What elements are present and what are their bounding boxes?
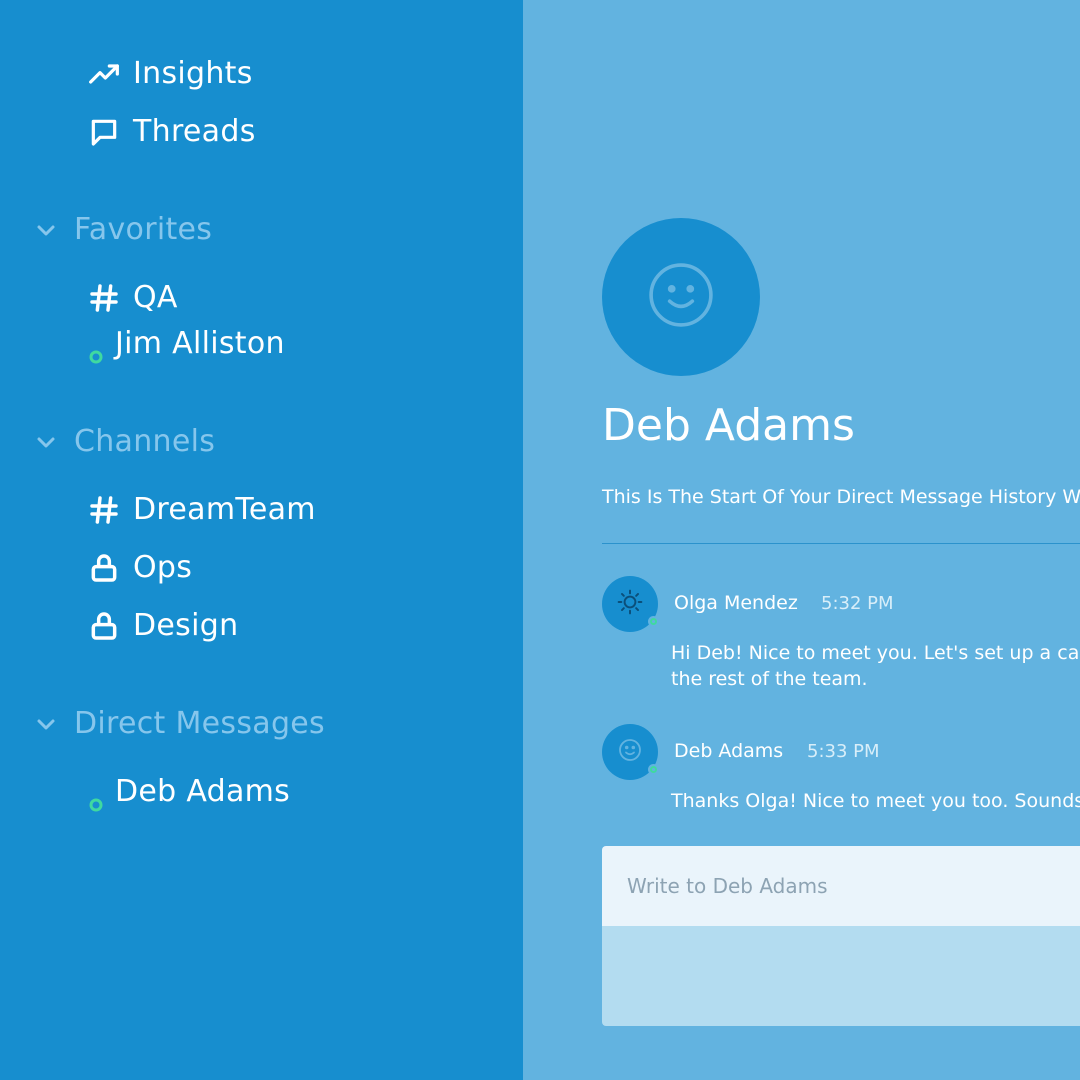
chevron-down-icon xyxy=(34,712,58,736)
message-input[interactable] xyxy=(602,846,1080,926)
profile-name: Deb Adams xyxy=(602,400,855,451)
divider xyxy=(602,543,1080,544)
smiley-icon xyxy=(648,262,714,332)
sidebar-item-label: Insights xyxy=(133,56,253,91)
conversation-pane: Deb Adams This Is The Start Of Your Dire… xyxy=(523,0,1080,1080)
sidebar-item-deb-adams[interactable]: Deb Adams xyxy=(87,774,291,811)
section-favorites-toggle[interactable]: Favorites xyxy=(34,212,212,247)
smiley-icon xyxy=(618,738,642,766)
sidebar-item-insights[interactable]: Insights xyxy=(87,56,253,91)
sidebar-item-label: Ops xyxy=(133,550,193,585)
sidebar-item-jim-alliston[interactable]: Jim Alliston xyxy=(87,326,285,363)
message-line: Hi Deb! Nice to meet you. Let's set up a… xyxy=(671,642,1080,664)
section-channels-toggle[interactable]: Channels xyxy=(34,424,215,459)
section-title: Channels xyxy=(74,424,216,459)
sidebar-item-label: Deb Adams xyxy=(115,774,291,809)
message-avatar[interactable] xyxy=(602,576,659,632)
sidebar-item-label: DreamTeam xyxy=(133,492,316,527)
message-author[interactable]: Deb Adams xyxy=(674,740,783,762)
message-avatar[interactable] xyxy=(602,724,659,780)
message-author[interactable]: Olga Mendez xyxy=(674,592,798,614)
message-line: Thanks Olga! Nice to meet you too. Sound… xyxy=(671,790,1080,812)
sidebar: Insights Threads Favorites QA Jim Allist… xyxy=(0,0,523,1080)
online-status-icon xyxy=(89,785,103,811)
composer-toolbar-area[interactable] xyxy=(602,926,1080,1026)
online-status-icon xyxy=(648,764,659,775)
sidebar-item-ops[interactable]: Ops xyxy=(87,550,192,585)
section-direct-messages-toggle[interactable]: Direct Messages xyxy=(34,706,325,741)
chat-bubble-icon xyxy=(87,115,121,149)
sidebar-item-label: Threads xyxy=(133,114,256,149)
sidebar-item-label: QA xyxy=(133,280,178,315)
sidebar-item-dreamteam[interactable]: DreamTeam xyxy=(87,492,316,527)
profile-avatar[interactable] xyxy=(602,218,760,376)
hash-icon xyxy=(87,281,121,315)
history-note: This Is The Start Of Your Direct Message… xyxy=(602,486,1080,508)
message-line: the rest of the team. xyxy=(671,668,868,690)
trending-up-icon xyxy=(87,57,121,91)
chevron-down-icon xyxy=(34,430,58,454)
sidebar-item-design[interactable]: Design xyxy=(87,608,238,643)
sidebar-item-qa[interactable]: QA xyxy=(87,280,178,315)
chevron-down-icon xyxy=(34,218,58,242)
online-status-icon xyxy=(648,616,659,627)
message-composer xyxy=(602,846,1080,1026)
section-title: Direct Messages xyxy=(74,706,325,741)
message-text: Thanks Olga! Nice to meet you too. Sound… xyxy=(671,788,1080,814)
section-title: Favorites xyxy=(74,212,213,247)
message-time: 5:33 PM xyxy=(807,741,880,762)
lock-icon xyxy=(87,609,121,643)
sun-icon xyxy=(617,589,643,619)
lock-icon xyxy=(87,551,121,585)
message-text: Hi Deb! Nice to meet you. Let's set up a… xyxy=(671,640,1080,692)
sidebar-item-label: Design xyxy=(133,608,239,643)
sidebar-item-label: Jim Alliston xyxy=(115,326,285,361)
sidebar-item-threads[interactable]: Threads xyxy=(87,114,256,149)
hash-icon xyxy=(87,493,121,527)
message-time: 5:32 PM xyxy=(821,593,894,614)
online-status-icon xyxy=(89,337,103,363)
